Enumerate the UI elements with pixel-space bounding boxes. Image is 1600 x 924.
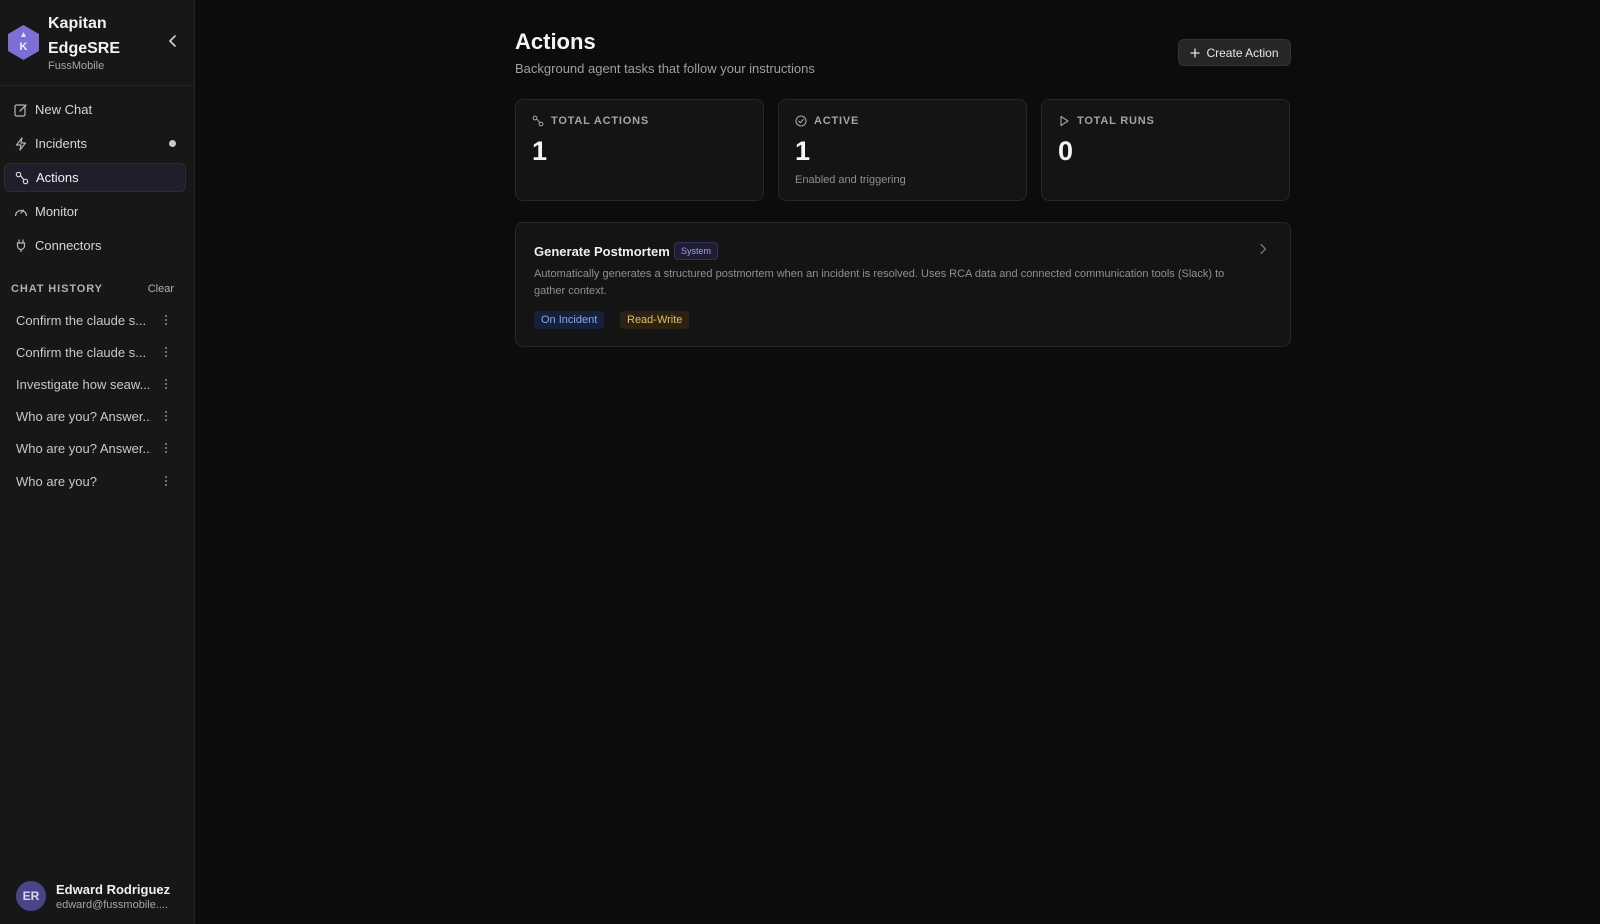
more-options-icon[interactable]	[164, 346, 168, 358]
chat-history-header: CHAT HISTORY Clear	[11, 283, 174, 295]
chat-history-item-title: Investigate how seaw...	[16, 376, 151, 392]
chat-history-item-title: Confirm the claude s...	[16, 312, 147, 328]
action-description: Automatically generates a structured pos…	[534, 268, 1225, 297]
bolt-icon	[15, 136, 27, 151]
stat-value: 0	[1058, 136, 1074, 166]
stat-value: 1	[532, 136, 548, 166]
chat-history-item-title: Confirm the claude s...	[16, 344, 147, 360]
action-card[interactable]: Generate Postmortem System Automatically…	[515, 222, 1291, 347]
sidebar: K Kapitan EdgeSRE FussMobile New Chat In…	[0, 0, 195, 924]
brand-org: FussMobile	[48, 60, 105, 72]
trigger-tag: On Incident	[534, 311, 605, 329]
chat-history-item-title: Who are you? Answer...	[16, 408, 151, 424]
chat-history-item-title: Who are you?	[16, 473, 97, 489]
nav-actions[interactable]: Actions	[4, 163, 186, 192]
create-action-label: Create Action	[1206, 45, 1279, 60]
more-options-icon[interactable]	[164, 442, 168, 454]
system-badge: System	[674, 242, 719, 260]
more-options-icon[interactable]	[164, 475, 168, 487]
edit-icon	[14, 103, 27, 117]
stat-label: ACTIVE	[814, 115, 860, 127]
chevron-left-icon	[169, 35, 176, 47]
nav-label: Actions	[36, 170, 79, 185]
permission-tag: Read-Write	[620, 311, 690, 329]
action-name: Generate Postmortem	[534, 244, 670, 259]
chat-history-item[interactable]: Investigate how seaw...	[4, 370, 180, 398]
collapse-sidebar-button[interactable]	[164, 32, 182, 50]
avatar: ER	[16, 881, 46, 911]
brand-title: Kapitan EdgeSRE	[48, 15, 121, 57]
more-options-icon[interactable]	[164, 410, 168, 422]
create-action-button[interactable]: Create Action	[1178, 39, 1291, 66]
chat-history-item[interactable]: Who are you?	[4, 467, 180, 495]
user-profile[interactable]: ER Edward Rodriguez edward@fussmobile...…	[0, 870, 195, 924]
user-name: Edward Rodriguez	[56, 882, 171, 897]
chat-history-item-title: Who are you? Answer...	[16, 440, 151, 456]
chat-history-item[interactable]: Who are you? Answer...	[4, 434, 180, 462]
brand-logo-letter: K	[20, 41, 28, 53]
brand-header: K Kapitan EdgeSRE FussMobile	[0, 0, 195, 86]
nav-label: Connectors	[35, 238, 102, 253]
stat-label-row: ACTIVE	[795, 115, 859, 127]
nav-connectors[interactable]: Connectors	[4, 231, 186, 260]
plug-icon	[16, 238, 26, 252]
chat-history-item[interactable]: Who are you? Answer...	[4, 402, 180, 430]
route-icon	[15, 171, 29, 184]
nav-incidents[interactable]: Incidents	[4, 129, 186, 158]
stat-label: TOTAL RUNS	[1077, 115, 1155, 127]
stat-card-total-actions: TOTAL ACTIONS 1	[515, 99, 764, 201]
chevron-right-icon[interactable]	[1259, 243, 1267, 255]
page-title: Actions	[515, 29, 596, 54]
chat-history-item[interactable]: Confirm the claude s...	[4, 338, 180, 366]
check-circle-icon	[795, 115, 807, 127]
stat-card-active: ACTIVE 1 Enabled and triggering	[778, 99, 1027, 201]
stat-label-row: TOTAL ACTIONS	[532, 115, 649, 127]
plus-icon	[1190, 47, 1201, 58]
nav-label: Incidents	[35, 136, 88, 151]
nav-new-chat[interactable]: New Chat	[4, 95, 186, 124]
stat-card-total-runs: TOTAL RUNS 0	[1041, 99, 1290, 201]
gauge-icon	[14, 208, 28, 216]
clear-history-button[interactable]: Clear	[148, 283, 174, 295]
stat-hint: Enabled and triggering	[795, 174, 906, 186]
nav-label: Monitor	[35, 204, 79, 219]
play-icon	[1060, 115, 1069, 127]
chat-history-title: CHAT HISTORY	[11, 283, 103, 295]
chat-history-item[interactable]: Confirm the claude s...	[4, 306, 180, 334]
page-subtitle: Background agent tasks that follow your …	[515, 61, 815, 76]
stat-value: 1	[795, 136, 811, 166]
route-icon	[532, 115, 544, 127]
more-options-icon[interactable]	[164, 378, 168, 390]
stat-label: TOTAL ACTIONS	[551, 115, 649, 127]
stat-label-row: TOTAL RUNS	[1058, 115, 1155, 127]
nav-monitor[interactable]: Monitor	[4, 197, 186, 226]
user-email: edward@fussmobile....	[56, 899, 169, 911]
nav-label: New Chat	[35, 102, 93, 117]
incidents-indicator-dot	[169, 140, 176, 147]
brand-logo-icon[interactable]: K	[5, 24, 42, 61]
more-options-icon[interactable]	[164, 314, 168, 326]
